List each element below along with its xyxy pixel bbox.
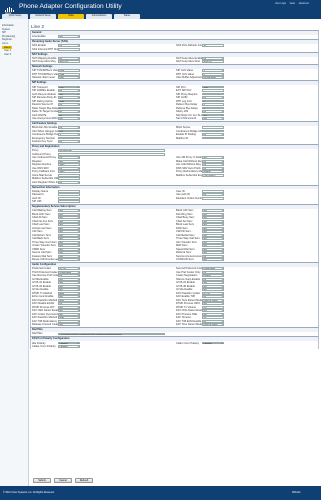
tab-network-setup[interactable]: Network Setup	[30, 14, 56, 19]
setting-label-feature-key-sync: Feature Key Sync	[32, 140, 53, 144]
setting-row: SIP URI	[31, 200, 318, 204]
settings-sections: GeneralLine EnableyesStreaming Audio Ser…	[30, 30, 319, 349]
select-network-jitter-level[interactable]: high	[58, 76, 80, 80]
setting-label-dial-plan: Dial Plan	[32, 332, 43, 336]
sidebar: Information System SIP Provisioning Regional…	[0, 19, 29, 486]
setting-row: Auto Register When Failoverno	[31, 180, 318, 184]
input-sip-uri[interactable]	[58, 200, 80, 204]
submit-button[interactable]: Submit	[33, 478, 51, 483]
select-auto-register-when-failover[interactable]: no	[58, 180, 80, 184]
select-callee-conn-polarity[interactable]: Forward	[58, 345, 80, 348]
tab-administration[interactable]: Administration	[86, 14, 112, 19]
setting-label-sas-inbound-rtp-sink: SAS Inbound RTP Sink	[32, 47, 59, 51]
advanced-link[interactable]: advanced	[299, 3, 309, 5]
select-line-enable[interactable]: yes	[58, 35, 80, 39]
setting-label-auto-register-when-failover: Auto Register When Failover	[32, 180, 59, 184]
setting-row: Dial Plan (*xx|[3469]11|0|00|[2-9]xxxxxx|…	[31, 332, 318, 336]
setting-label-use-anonymous-with-rpid: Use Anonymous With RPID	[32, 117, 59, 120]
top-links: User Login basic advanced	[272, 3, 309, 5]
app-title: Phone Adapter Configuration Utility	[19, 3, 122, 10]
cancel-button[interactable]: Cancel	[54, 478, 72, 483]
section-general: General Line Enable yes	[30, 30, 319, 40]
input-nat-keep-alive-dest[interactable]: $PROXY	[202, 60, 224, 64]
setting-row: Callee Conn Polarity Forward	[31, 345, 318, 349]
section-subscriber-information: Subscriber Information Display Name User I…	[30, 184, 319, 205]
setting-label-release-unused-codec: Release Unused Codec	[32, 323, 59, 327]
setting-row: Use Anonymous With RPIDyesSet G729 annex…	[31, 117, 318, 121]
footer: © 2012 Cisco Systems, Inc. All Rights Re…	[0, 486, 321, 500]
main-content: Line 2 GeneralLine EnableyesStreaming Au…	[30, 22, 319, 349]
sidebar-item-user-2[interactable]: User 2	[2, 53, 28, 57]
refresh-button[interactable]: Refresh	[75, 478, 93, 483]
select-jitter-buffer-adjustment[interactable]: up and down	[202, 76, 224, 80]
main-tabs: Quick Setup Network Setup Voice Administ…	[0, 14, 321, 19]
select-fax-tone-detect-mode[interactable]: caller or callee	[202, 323, 224, 327]
section-nat-settings: NAT SettingsNAT Mapping EnablenoNAT Keep…	[30, 51, 319, 65]
section-sip-settings: SIP SettingsSIP TransportUDPSIP Port5061…	[30, 80, 319, 121]
copyright-text: © 2012 Cisco Systems, Inc. All Rights Re…	[3, 491, 55, 494]
setting-label-set-g729-annexb: Set G729 annexb	[176, 117, 197, 120]
select-release-unused-codec[interactable]: yes	[58, 323, 80, 327]
select-feature-key-sync[interactable]: no	[58, 140, 80, 143]
setting-label-confcid-serv: CONFCID Serv	[176, 258, 194, 262]
select-reuse-cid-number-as-name[interactable]: yes	[58, 258, 80, 262]
tab-status[interactable]: Status	[114, 14, 140, 19]
setting-row: NAT Keep Alive Msg $NOTIFY NAT Keep Alive …	[31, 60, 318, 64]
setting-label-reuse-cid-number-as-name: Reuse CID Number as Name	[32, 258, 59, 262]
setting-row: Network Jitter Levelhigh Jitter Buffer Ad…	[31, 76, 318, 80]
setting-row: Release Unused Codecyes FAX Tone Detect M…	[31, 323, 318, 327]
model-text: SPA112	[292, 491, 301, 494]
setting-label-network-jitter-level: Network Jitter Level	[32, 76, 55, 80]
section-dial-plan: Dial Plan Dial Plan (*xx|[3469]11|0|00|[2-…	[30, 327, 319, 337]
setting-row: Line Enable yes	[31, 35, 318, 39]
section-fxs-port-polarity-configuration: FXS Port Polarity Configuration Idle Pola…	[30, 336, 319, 349]
input-sas-inbound-rtp-sink[interactable]	[58, 47, 80, 51]
setting-label-nat-keep-alive-msg: NAT Keep Alive Msg	[32, 60, 56, 64]
input-nat-keep-alive-msg[interactable]: $NOTIFY	[58, 60, 80, 64]
select-confcid-serv[interactable]: yes	[202, 258, 224, 262]
section-network-settings: Network Settings SIP TOS/DiffServ Value 0x…	[30, 64, 319, 81]
select-use-anonymous-with-rpid[interactable]: yes	[58, 117, 80, 120]
setting-label-nat-keep-alive-dest: NAT Keep Alive Dest	[176, 60, 200, 64]
input-dial-plan[interactable]: (*xx|[3469]11|0|00|[2-9]xxxxxx|1xxx[2-9]…	[58, 332, 165, 336]
setting-label-fax-tone-detect-mode: FAX Tone Detect Mode	[176, 323, 203, 327]
section-streaming-audio-server-sas: Streaming Audio Server (SAS) SAS Enable no…	[30, 39, 319, 52]
setting-label-jitter-buffer-adjustment: Jitter Buffer Adjustment	[176, 76, 203, 80]
section-audio-configuration: Audio ConfigurationPreferred CodecG711uS…	[30, 262, 319, 328]
header-bar: cisco Phone Adapter Configuration Utilit…	[0, 0, 321, 19]
setting-label-sip-uri: SIP URI	[32, 200, 42, 204]
setting-row: Reuse CID Number as NameyesCONFCID Servy…	[31, 258, 318, 262]
section-call-feature-settings: Call Feature Settings Blind Attn-Xfer Ena…	[30, 120, 319, 144]
section-supplementary-service-subscription: Supplementary Service Subscription Call W…	[30, 204, 319, 263]
setting-label-line-enable: Line Enable	[32, 35, 46, 39]
user-login-link[interactable]: User Login	[275, 3, 286, 5]
select-set-g729-annexb[interactable]: yes	[202, 117, 224, 120]
section-proxy-and-registration: Proxy and Registration Proxy sip.voip.com O…	[30, 143, 319, 185]
setting-label-callee-conn-polarity: Callee Conn Polarity	[32, 345, 56, 349]
setting-row: Feature Key Sync no	[31, 140, 318, 144]
basic-link[interactable]: basic	[290, 3, 295, 5]
tab-voice[interactable]: Voice	[58, 14, 84, 19]
setting-row: SAS Inbound RTP Sink	[31, 47, 318, 51]
